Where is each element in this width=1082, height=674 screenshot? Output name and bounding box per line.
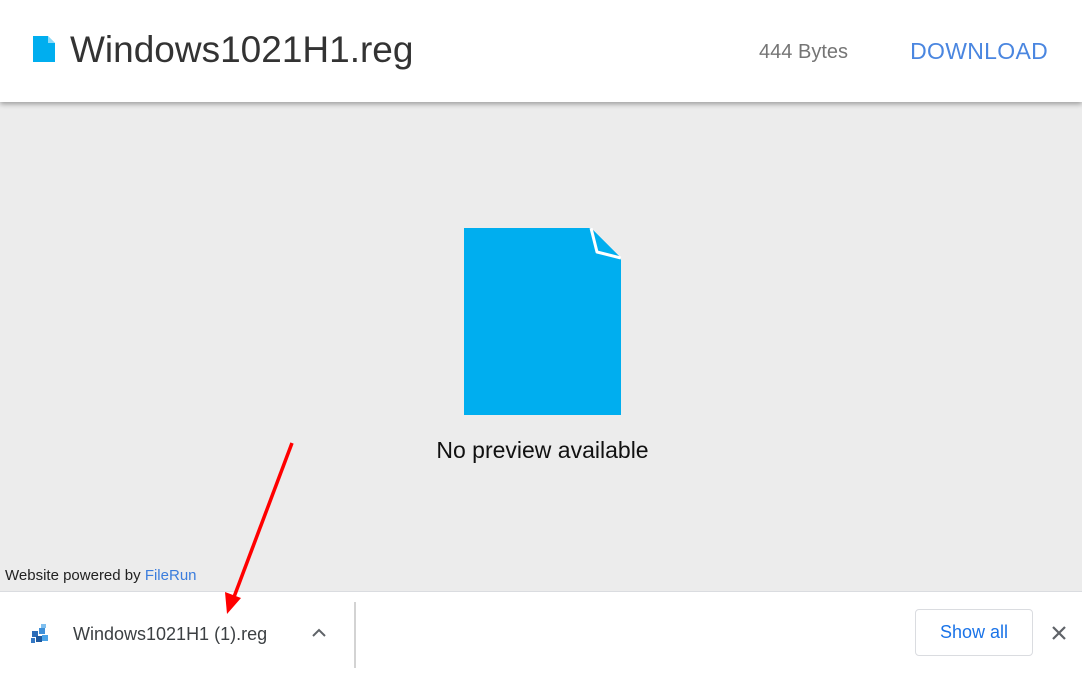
no-preview-message: No preview available — [436, 437, 649, 463]
downloads-bar: Windows1021H1 (1).reg Show all — [0, 591, 1082, 674]
file-size: 444 Bytes — [759, 41, 848, 63]
download-item-name: Windows1021H1 (1).reg — [73, 624, 268, 644]
download-item[interactable]: Windows1021H1 (1).reg — [0, 592, 354, 674]
divider — [354, 602, 356, 668]
filerun-link[interactable]: FileRun — [145, 567, 197, 584]
file-icon — [464, 228, 621, 415]
powered-by-text: Website powered by — [5, 567, 145, 584]
close-icon[interactable] — [1049, 623, 1069, 643]
registry-file-icon — [31, 624, 48, 643]
download-button[interactable]: DOWNLOAD — [910, 37, 1048, 65]
file-header: Windows1021H1.reg 444 Bytes DOWNLOAD — [0, 0, 1082, 102]
file-icon — [33, 36, 55, 62]
show-all-button[interactable]: Show all — [915, 609, 1033, 656]
powered-by-footer: Website powered by FileRun — [5, 567, 197, 585]
file-title: Windows1021H1.reg — [70, 29, 414, 70]
chevron-up-icon[interactable] — [309, 625, 329, 641]
